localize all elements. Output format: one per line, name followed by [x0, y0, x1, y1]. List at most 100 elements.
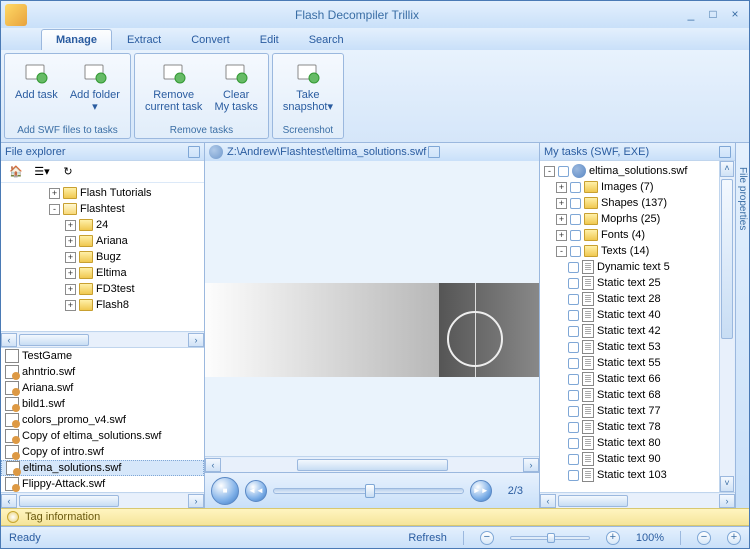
checkbox[interactable]	[568, 358, 579, 369]
my-tasks-vscroll[interactable]: ˄ ˅	[719, 161, 735, 492]
task-tree-item[interactable]: Static text 42	[540, 323, 719, 339]
zoom-out-button[interactable]: −	[480, 531, 494, 545]
file-list-item[interactable]: colors_promo_v4.swf	[1, 412, 204, 428]
task-tree-item[interactable]: Static text 78	[540, 419, 719, 435]
folder-tree-item[interactable]: +FD3test	[1, 281, 204, 297]
checkbox[interactable]	[570, 214, 581, 225]
checkbox[interactable]	[568, 294, 579, 305]
task-tree-item[interactable]: -eltima_solutions.swf	[540, 163, 719, 179]
file-list-hscroll[interactable]: ‹ ›	[1, 492, 204, 508]
task-tree-item[interactable]: +Shapes (137)	[540, 195, 719, 211]
file-list-item[interactable]: Copy of intro.swf	[1, 444, 204, 460]
add-task-button[interactable]: Add task	[11, 57, 62, 123]
file-list-item[interactable]: Flippy-Attack.swf	[1, 476, 204, 492]
stop-button[interactable]: ■	[211, 477, 239, 505]
remove-task-button[interactable]: Remove current task	[141, 57, 206, 123]
scroll-right-button[interactable]: ›	[523, 458, 539, 472]
file-list[interactable]: TestGameahntrio.swfAriana.swfbild1.swfco…	[1, 347, 204, 492]
checkbox[interactable]	[568, 262, 579, 273]
checkbox[interactable]	[568, 422, 579, 433]
scroll-left-button[interactable]: ‹	[205, 458, 221, 472]
file-list-item[interactable]: ahntrio.swf	[1, 364, 204, 380]
checkbox[interactable]	[570, 246, 581, 257]
checkbox[interactable]	[568, 406, 579, 417]
task-tree-item[interactable]: Static text 53	[540, 339, 719, 355]
checkbox[interactable]	[568, 470, 579, 481]
add-folder-button[interactable]: Add folder ▾	[66, 57, 124, 123]
expander-icon[interactable]: -	[49, 204, 60, 215]
task-tree-item[interactable]: Dynamic text 5	[540, 259, 719, 275]
expander-icon[interactable]: -	[556, 246, 567, 257]
task-tree-item[interactable]: Static text 77	[540, 403, 719, 419]
expander-icon[interactable]: +	[556, 230, 567, 241]
close-button[interactable]: ×	[725, 7, 745, 23]
zoom-in-button[interactable]: +	[606, 531, 620, 545]
folder-tree[interactable]: +Flash Tutorials-Flashtest+24+Ariana+Bug…	[1, 183, 204, 331]
zoom-slider[interactable]	[510, 536, 590, 540]
preview-hscroll[interactable]: ‹ ›	[205, 456, 539, 472]
tab-extract[interactable]: Extract	[112, 29, 176, 50]
my-tasks-hscroll[interactable]: ‹ ›	[540, 492, 735, 508]
file-list-item[interactable]: eltima_solutions.swf	[1, 460, 204, 476]
task-tree-item[interactable]: Static text 28	[540, 291, 719, 307]
scroll-left-button[interactable]: ‹	[1, 494, 17, 508]
checkbox[interactable]	[570, 198, 581, 209]
scroll-right-button[interactable]: ›	[188, 333, 204, 347]
scroll-left-button[interactable]: ‹	[540, 494, 556, 508]
pin-icon[interactable]	[188, 146, 200, 158]
checkbox[interactable]	[568, 374, 579, 385]
scroll-down-button[interactable]: ˅	[720, 476, 734, 492]
folder-tree-hscroll[interactable]: ‹ ›	[1, 331, 204, 347]
home-icon[interactable]: 🏠	[7, 163, 25, 181]
tab-search[interactable]: Search	[294, 29, 359, 50]
folder-tree-item[interactable]: +Ariana	[1, 233, 204, 249]
checkbox[interactable]	[568, 454, 579, 465]
scroll-left-button[interactable]: ‹	[1, 333, 17, 347]
expander-icon[interactable]: +	[65, 252, 76, 263]
task-tree-item[interactable]: Static text 90	[540, 451, 719, 467]
my-tasks-tree[interactable]: -eltima_solutions.swf+Images (7)+Shapes …	[540, 161, 719, 492]
checkbox[interactable]	[558, 166, 569, 177]
pin-icon[interactable]	[719, 146, 731, 158]
checkbox[interactable]	[568, 390, 579, 401]
file-list-item[interactable]: TestGame	[1, 348, 204, 364]
folder-tree-item[interactable]: +Eltima	[1, 265, 204, 281]
tab-manage[interactable]: Manage	[41, 29, 112, 50]
task-tree-item[interactable]: +Images (7)	[540, 179, 719, 195]
expander-icon[interactable]: +	[65, 268, 76, 279]
tab-convert[interactable]: Convert	[176, 29, 245, 50]
file-properties-tab[interactable]: File properties	[735, 143, 749, 508]
scroll-up-button[interactable]: ˄	[720, 161, 734, 177]
checkbox[interactable]	[570, 230, 581, 241]
task-tree-item[interactable]: Static text 25	[540, 275, 719, 291]
task-tree-item[interactable]: +Fonts (4)	[540, 227, 719, 243]
prev-button[interactable]: ◄◄	[245, 480, 267, 502]
slider-handle[interactable]	[365, 484, 375, 498]
next-button[interactable]: ►►	[470, 480, 492, 502]
checkbox[interactable]	[568, 438, 579, 449]
expander-icon[interactable]: +	[556, 182, 567, 193]
expander-icon[interactable]: +	[556, 214, 567, 225]
minimize-button[interactable]: _	[681, 7, 701, 23]
expander-icon[interactable]: +	[556, 198, 567, 209]
expander-icon[interactable]: +	[65, 300, 76, 311]
checkbox[interactable]	[568, 326, 579, 337]
task-tree-item[interactable]: +Moprhs (25)	[540, 211, 719, 227]
file-list-item[interactable]: Copy of eltima_solutions.swf	[1, 428, 204, 444]
checkbox[interactable]	[568, 342, 579, 353]
task-tree-item[interactable]: Static text 68	[540, 387, 719, 403]
clear-tasks-button[interactable]: Clear My tasks	[210, 57, 261, 123]
folder-tree-item[interactable]: +24	[1, 217, 204, 233]
zoom-out-button[interactable]: −	[697, 531, 711, 545]
folder-tree-item[interactable]: +Flash8	[1, 297, 204, 313]
task-tree-item[interactable]: Static text 80	[540, 435, 719, 451]
task-tree-item[interactable]: -Texts (14)	[540, 243, 719, 259]
pin-icon[interactable]	[428, 146, 440, 158]
expander-icon[interactable]: -	[544, 166, 555, 177]
checkbox[interactable]	[568, 310, 579, 321]
checkbox[interactable]	[570, 182, 581, 193]
expander-icon[interactable]: +	[65, 236, 76, 247]
task-tree-item[interactable]: Static text 103	[540, 467, 719, 483]
checkbox[interactable]	[568, 278, 579, 289]
expander-icon[interactable]: +	[65, 284, 76, 295]
